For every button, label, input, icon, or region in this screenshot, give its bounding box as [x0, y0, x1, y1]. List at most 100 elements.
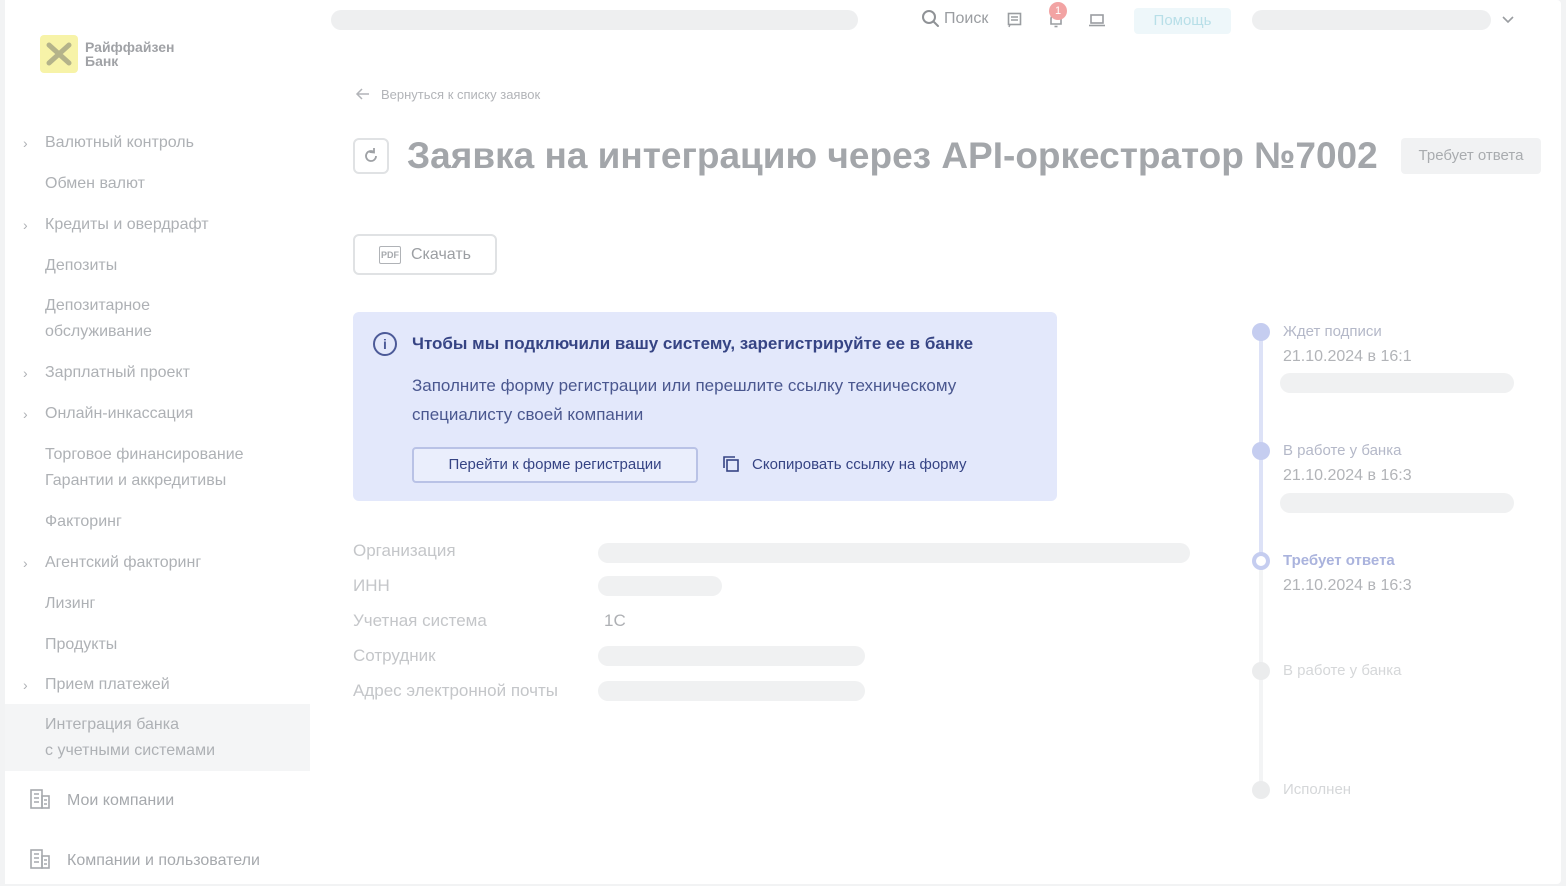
- timeline-step-date: 21.10.2024 в 16:3: [1283, 467, 1412, 484]
- search-icon: [922, 10, 939, 27]
- sidebar-item-label: Компании и пользователи: [67, 852, 260, 869]
- timeline-step-label: Исполнен: [1283, 781, 1352, 798]
- notification-badge: 1: [1049, 2, 1067, 20]
- laptop-icon[interactable]: [1088, 11, 1106, 29]
- copy-icon: [723, 456, 739, 472]
- sidebar-item-label: Факторинг: [45, 513, 122, 530]
- sidebar-item-currency-control[interactable]: › Валютный контроль: [5, 130, 310, 156]
- sidebar-item-label: Депозиты: [45, 257, 118, 274]
- status-badge: Требует ответа: [1401, 138, 1541, 174]
- sidebar-item-factoring[interactable]: Факторинг: [5, 509, 310, 535]
- timeline-step-label: Требует ответа: [1283, 552, 1395, 569]
- app-window: Райффайзен Банк › Валютный контроль Обме…: [5, 0, 1561, 884]
- chevron-right-icon: ›: [23, 135, 28, 151]
- messages-icon[interactable]: [1006, 11, 1024, 29]
- back-link-label: Вернуться к списку заявок: [381, 86, 541, 102]
- sidebar-item-label: Валютный контроль: [45, 134, 194, 151]
- chevron-right-icon: ›: [23, 555, 28, 571]
- sidebar-item-trade-finance[interactable]: Торговое финансирование Гарантии и аккре…: [5, 442, 310, 494]
- sidebar-item-label: Зарплатный проект: [45, 364, 190, 381]
- sidebar-item-integration[interactable]: Интеграция банка с учетными системами: [5, 704, 310, 771]
- employee-value-placeholder: [598, 646, 865, 666]
- field-label-organization: Организация: [353, 541, 456, 560]
- timeline-step-label: В работе у банка: [1283, 662, 1402, 679]
- copy-link-button[interactable]: Скопировать ссылку на форму: [721, 454, 967, 474]
- download-label: Скачать: [411, 245, 471, 263]
- registration-info-panel: i Чтобы мы подключили вашу систему, заре…: [353, 312, 1057, 501]
- field-label-employee: Сотрудник: [353, 646, 436, 665]
- building-icon: [30, 849, 50, 869]
- chevron-right-icon: ›: [23, 677, 28, 693]
- sidebar-item-label: Продукты: [45, 636, 118, 653]
- sidebar-item-my-companies[interactable]: Мои компании: [5, 788, 310, 814]
- search-button[interactable]: Поиск: [921, 9, 988, 29]
- timeline-dot-current: [1252, 552, 1270, 570]
- sidebar-item-label: Обмен валют: [45, 175, 145, 192]
- sidebar-item-leasing[interactable]: Лизинг: [5, 591, 310, 617]
- sidebar-item-label: Мои компании: [67, 792, 175, 809]
- bank-logo[interactable]: Райффайзен Банк: [40, 35, 185, 73]
- help-button[interactable]: Помощь: [1134, 8, 1231, 34]
- timeline-dot: [1252, 442, 1270, 460]
- user-placeholder[interactable]: [1252, 10, 1491, 30]
- copy-link-label: Скопировать ссылку на форму: [752, 455, 967, 473]
- sidebar-item-label: Лизинг: [45, 595, 96, 612]
- sidebar-item-label-line1: Торговое финансирование: [45, 446, 244, 463]
- info-title: Чтобы мы подключили вашу систему, зареги…: [412, 334, 974, 353]
- chevron-down-icon[interactable]: [1500, 12, 1516, 28]
- sidebar-item-label: Агентский факторинг: [45, 554, 202, 571]
- sidebar-item-label: Депозитарное обслуживание: [45, 293, 285, 345]
- sidebar-item-label: Торговое финансирование Гарантии и аккре…: [45, 442, 285, 494]
- sidebar-item-products[interactable]: Продукты: [5, 632, 310, 658]
- sidebar-item-label: Интеграция банка с учетными системами: [45, 712, 285, 764]
- sidebar-item-salary-project[interactable]: › Зарплатный проект: [5, 360, 310, 386]
- header-placeholder: [331, 10, 858, 30]
- timeline-step-date: 21.10.2024 в 16:3: [1283, 577, 1412, 594]
- search-label: Поиск: [944, 10, 989, 27]
- chevron-right-icon: ›: [23, 217, 28, 233]
- timeline-dot: [1252, 323, 1270, 341]
- sidebar-item-depository[interactable]: Депозитарное обслуживание: [5, 293, 310, 345]
- sidebar-item-credits[interactable]: › Кредиты и овердрафт: [5, 212, 310, 238]
- sidebar-item-label-line2: с учетными системами: [45, 742, 216, 759]
- chevron-right-icon: ›: [23, 406, 28, 422]
- refresh-button[interactable]: [353, 138, 389, 174]
- back-link[interactable]: Вернуться к списку заявок: [355, 86, 540, 102]
- field-label-inn: ИНН: [353, 576, 390, 595]
- timeline-dot: [1252, 781, 1270, 799]
- sidebar-item-label-line1: Депозитарное: [45, 297, 150, 314]
- sidebar-item-deposits[interactable]: Депозиты: [5, 253, 310, 279]
- timeline-dot: [1252, 662, 1270, 680]
- logo-text-line2: Банк: [85, 53, 119, 69]
- sidebar-item-payment-acceptance[interactable]: › Прием платежей: [5, 672, 310, 698]
- sidebar-item-label: Онлайн-инкассация: [45, 405, 194, 422]
- field-label-email: Адрес электронной почты: [353, 681, 558, 700]
- title-row: Заявка на интеграцию через API-оркестрат…: [353, 135, 1378, 177]
- download-button[interactable]: PDF Скачать: [353, 234, 497, 275]
- building-icon: [30, 789, 50, 809]
- sidebar-item-agent-factoring[interactable]: › Агентский факторинг: [5, 550, 310, 576]
- field-label-accounting-system: Учетная система: [353, 611, 487, 630]
- info-icon: i: [373, 332, 397, 356]
- logo-text: Райффайзен Банк: [85, 40, 185, 68]
- go-to-registration-button[interactable]: Перейти к форме регистрации: [412, 447, 698, 483]
- inn-value-placeholder: [598, 576, 722, 596]
- timeline-step-placeholder: [1280, 373, 1514, 393]
- email-value-placeholder: [598, 681, 865, 701]
- sidebar-item-currency-exchange[interactable]: Обмен валют: [5, 171, 310, 197]
- logo-mark-icon: [40, 35, 78, 73]
- refresh-icon: [365, 148, 377, 162]
- sidebar-item-label-line2: обслуживание: [45, 323, 152, 340]
- pdf-icon: PDF: [379, 245, 401, 264]
- sidebar-item-online-collection[interactable]: › Онлайн-инкассация: [5, 401, 310, 427]
- page-title: Заявка на интеграцию через API-оркестрат…: [407, 135, 1378, 176]
- timeline-step-label: Ждет подписи: [1283, 323, 1382, 340]
- timeline-step-placeholder: [1280, 493, 1514, 513]
- timeline-step-date: 21.10.2024 в 16:1: [1283, 348, 1412, 365]
- sidebar-item-label-line1: Интеграция банка: [45, 716, 180, 733]
- sidebar: Райффайзен Банк › Валютный контроль Обме…: [5, 0, 310, 884]
- chevron-right-icon: ›: [23, 365, 28, 381]
- sidebar-item-companies-users[interactable]: Компании и пользователи: [5, 848, 310, 874]
- logo-text-line1: Райффайзен: [85, 39, 175, 55]
- sidebar-item-label: Кредиты и овердрафт: [45, 216, 209, 233]
